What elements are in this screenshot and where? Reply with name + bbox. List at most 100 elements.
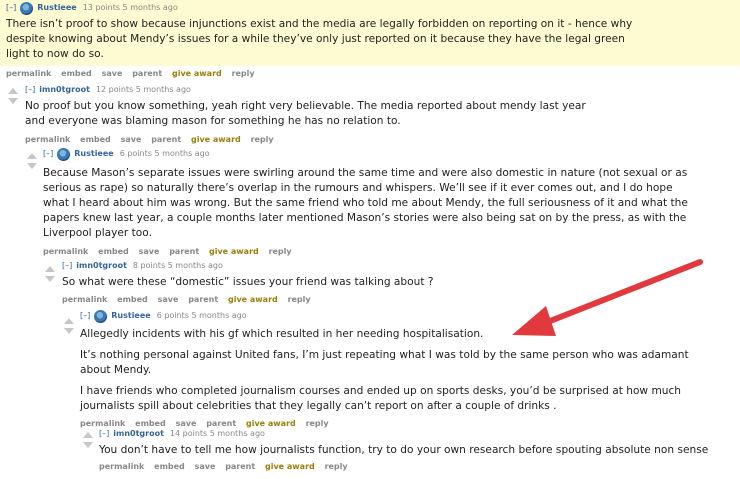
upvote-arrow-icon[interactable] (45, 266, 55, 272)
collapse-toggle[interactable]: [–] (6, 2, 16, 14)
permalink-link[interactable]: permalink (99, 462, 144, 471)
comment-tagline: [–] Rustieee 13 points 5 months ago (6, 1, 731, 15)
reply-link[interactable]: reply (306, 419, 329, 428)
reply-link[interactable]: reply (251, 135, 274, 144)
comment: [–] imn0tgroot 8 points 5 months ago So … (62, 260, 722, 306)
save-link[interactable]: save (176, 419, 197, 428)
downvote-arrow-icon[interactable] (83, 442, 93, 448)
give-award-link[interactable]: give award (172, 69, 222, 78)
save-link[interactable]: save (121, 135, 142, 144)
comment-paragraph: Because Mason’s separate issues were swi… (43, 167, 688, 239)
reply-link[interactable]: reply (288, 295, 311, 304)
comment: [–] Rustieee 6 points 5 months ago Alleg… (80, 309, 730, 430)
give-award-link[interactable]: give award (265, 462, 315, 471)
embed-link[interactable]: embed (61, 69, 92, 78)
parent-link[interactable]: parent (225, 462, 255, 471)
comment-body: Allegedly incidents with his gf which re… (80, 327, 700, 414)
comment-body: Because Mason’s separate issues were swi… (43, 166, 698, 241)
vote-arrows (82, 432, 94, 448)
comment-thread: [–] Rustieee 13 points 5 months ago Ther… (0, 0, 740, 479)
comment-score: 12 points 5 months ago (95, 85, 191, 94)
author-link[interactable]: imn0tgroot (113, 428, 164, 440)
parent-link[interactable]: parent (132, 69, 162, 78)
give-award-link[interactable]: give award (191, 135, 241, 144)
comment-paragraph: No proof but you know something, yeah ri… (25, 100, 586, 127)
downvote-arrow-icon[interactable] (45, 276, 55, 282)
comment: [–] imn0tgroot 14 points 5 months ago Yo… (99, 428, 729, 473)
save-link[interactable]: save (139, 247, 160, 256)
author-link[interactable]: Rustieee (111, 310, 150, 322)
collapse-toggle[interactable]: [–] (80, 310, 90, 322)
comment-paragraph: It’s nothing personal against United fan… (80, 349, 689, 376)
vote-arrows (63, 318, 75, 334)
comment-tagline: [–] imn0tgroot 14 points 5 months ago (99, 428, 729, 440)
give-award-link[interactable]: give award (209, 247, 259, 256)
author-link[interactable]: imn0tgroot (39, 84, 90, 96)
comment: [–] imn0tgroot 12 points 5 months ago No… (25, 84, 725, 146)
upvote-arrow-icon[interactable] (8, 88, 18, 94)
avatar (20, 1, 34, 15)
comment-paragraph: Allegedly incidents with his gf which re… (80, 328, 484, 340)
downvote-arrow-icon[interactable] (27, 163, 37, 169)
comment-score: 6 points 5 months ago (119, 149, 210, 158)
reply-link[interactable]: reply (269, 247, 292, 256)
upvote-arrow-icon[interactable] (83, 432, 93, 438)
save-link[interactable]: save (195, 462, 216, 471)
embed-link[interactable]: embed (80, 135, 111, 144)
downvote-arrow-icon[interactable] (64, 328, 74, 334)
comment-paragraph: I have friends who completed journalism … (80, 385, 682, 412)
vote-arrows (7, 88, 19, 104)
permalink-link[interactable]: permalink (80, 419, 125, 428)
comment-paragraph: You don’t have to tell me how journalist… (99, 444, 709, 456)
author-link[interactable]: imn0tgroot (76, 260, 127, 272)
permalink-link[interactable]: permalink (6, 69, 51, 78)
parent-link[interactable]: parent (151, 135, 181, 144)
comment-paragraph: So what were these “domestic” issues you… (62, 276, 434, 288)
comment-score: 8 points 5 months ago (132, 261, 223, 270)
author-link[interactable]: Rustieee (74, 148, 113, 160)
comment-tagline: [–] Rustieee 6 points 5 months ago (80, 309, 730, 323)
permalink-link[interactable]: permalink (43, 247, 88, 256)
embed-link[interactable]: embed (135, 419, 166, 428)
collapse-toggle[interactable]: [–] (62, 260, 72, 272)
embed-link[interactable]: embed (154, 462, 185, 471)
collapse-toggle[interactable]: [–] (99, 428, 109, 440)
comment: [–] Rustieee 6 points 5 months ago Becau… (43, 147, 733, 258)
collapse-toggle[interactable]: [–] (25, 84, 35, 96)
comment-body: There isn’t proof to show because injunc… (6, 17, 646, 62)
comment-actions: permalink embed save parent give award r… (43, 247, 733, 258)
comment-body: You don’t have to tell me how journalist… (99, 443, 729, 458)
reply-link[interactable]: reply (232, 69, 255, 78)
comment-paragraph: There isn’t proof to show because injunc… (6, 18, 633, 60)
upvote-arrow-icon[interactable] (64, 318, 74, 324)
comment-score: 13 points 5 months ago (82, 3, 178, 12)
parent-link[interactable]: parent (169, 247, 199, 256)
comment-score: 6 points 5 months ago (156, 311, 247, 320)
avatar (57, 147, 71, 161)
comment-actions: permalink embed save parent give award r… (62, 295, 722, 306)
vote-arrows (44, 266, 56, 282)
permalink-link[interactable]: permalink (62, 295, 107, 304)
upvote-arrow-icon[interactable] (27, 153, 37, 159)
save-link[interactable]: save (158, 295, 179, 304)
downvote-arrow-icon[interactable] (8, 98, 18, 104)
vote-arrows (26, 153, 38, 169)
parent-link[interactable]: parent (206, 419, 236, 428)
embed-link[interactable]: embed (98, 247, 129, 256)
give-award-link[interactable]: give award (228, 295, 278, 304)
parent-link[interactable]: parent (188, 295, 218, 304)
collapse-toggle[interactable]: [–] (43, 148, 53, 160)
comment-body: No proof but you know something, yeah ri… (25, 99, 605, 129)
permalink-link[interactable]: permalink (25, 135, 70, 144)
comment-actions: permalink embed save parent give award r… (6, 69, 731, 80)
save-link[interactable]: save (102, 69, 123, 78)
give-award-link[interactable]: give award (246, 419, 296, 428)
comment-tagline: [–] imn0tgroot 8 points 5 months ago (62, 260, 722, 272)
comment-tagline: [–] Rustieee 6 points 5 months ago (43, 147, 733, 161)
embed-link[interactable]: embed (117, 295, 148, 304)
author-link[interactable]: Rustieee (37, 2, 76, 14)
reply-link[interactable]: reply (325, 462, 348, 471)
avatar (94, 309, 108, 323)
comment-tagline: [–] imn0tgroot 12 points 5 months ago (25, 84, 725, 96)
comment: [–] Rustieee 13 points 5 months ago Ther… (6, 1, 731, 80)
